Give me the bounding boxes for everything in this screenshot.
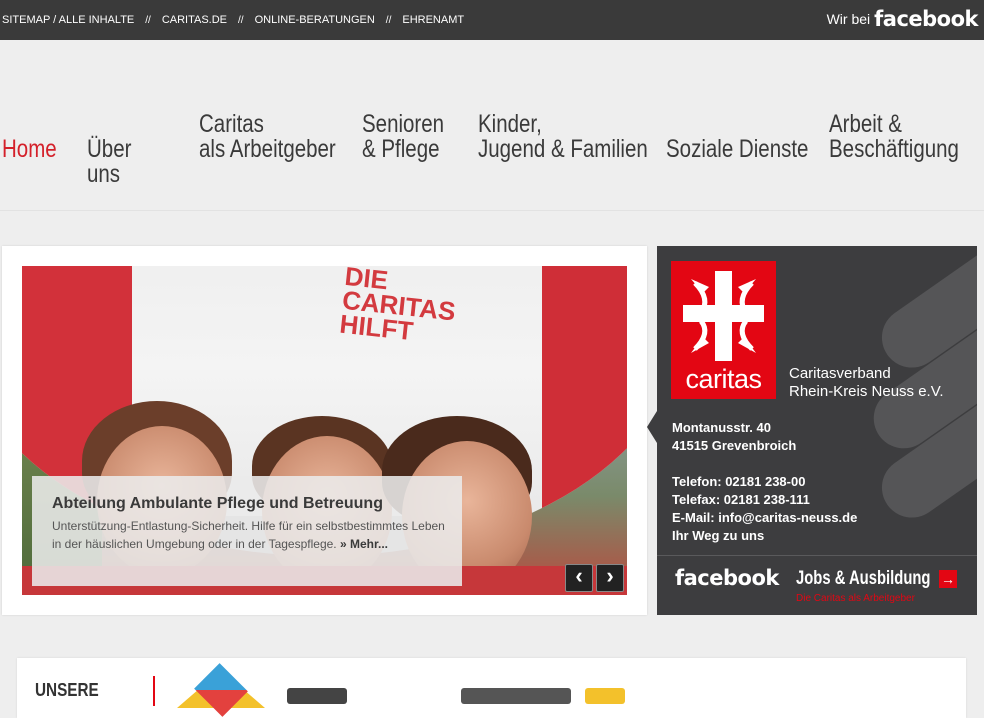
organization-name-line: Rhein-Kreis Neuss e.V. xyxy=(789,383,944,400)
top-link-separator: // xyxy=(238,15,244,26)
umbrella-print: DIE CARITAS HILFT xyxy=(338,266,486,350)
top-links: SITEMAP / ALLE INHALTE // CARITAS.DE // ONLI… xyxy=(2,14,464,26)
bottom-heading: UNSERE xyxy=(35,680,99,700)
bottom-divider xyxy=(153,676,155,706)
organization-name-line: Caritasverband xyxy=(789,365,891,382)
caritas-cross-icon xyxy=(683,271,764,361)
contact-email-link[interactable]: E-Mail: info@caritas-neuss.de xyxy=(672,509,857,527)
address-street: Montanusstr. 40 xyxy=(672,420,771,435)
nav-item-soziale-dienste[interactable]: Soziale Dienste xyxy=(666,137,808,162)
nav-item-label: Jugend & Familien xyxy=(478,135,648,163)
slide-caption: Abteilung Ambulante Pflege und Betreuung… xyxy=(32,476,462,586)
facebook-prefix: Wir bei xyxy=(826,11,871,27)
nav-item-home[interactable]: Home xyxy=(2,137,57,162)
nav-item-label: Caritas xyxy=(199,110,264,138)
top-link-ehrenamt[interactable]: EHRENAMT xyxy=(402,14,464,26)
chevron-right-icon: › xyxy=(606,563,614,588)
nav-item-label: Senioren xyxy=(362,110,445,138)
umbrella-slogan: DIE CARITAS HILFT xyxy=(338,266,457,347)
top-link-online-beratungen[interactable]: ONLINE-BERATUNGEN xyxy=(255,14,375,26)
directions-link[interactable]: Ihr Weg zu uns xyxy=(672,527,857,545)
nav-item-ueber-uns[interactable]: Über uns xyxy=(87,137,131,187)
umbrella-panel-red xyxy=(542,266,627,556)
slider-card: DIE CARITAS HILFT Abteilung Ambulante Pf… xyxy=(2,246,647,615)
nav-item-arbeitgeber[interactable]: Caritas als Arbeitgeber xyxy=(199,112,336,162)
panel-divider xyxy=(657,555,977,556)
partner-wordmark xyxy=(585,688,625,704)
contact-phone: Telefon: 02181 238-00 xyxy=(672,474,806,489)
top-bar: SITEMAP / ALLE INHALTE // CARITAS.DE // ONLI… xyxy=(0,0,984,40)
main-navigation: Home Über uns Caritas als Arbeitgeber Se… xyxy=(0,40,984,230)
slide-caption-text: Unterstützung-Entlastung-Sicherheit. Hil… xyxy=(52,517,452,553)
slide-caption-title: Abteilung Ambulante Pflege und Betreuung xyxy=(52,495,383,512)
top-link-separator: // xyxy=(145,15,151,26)
arrow-right-icon: → xyxy=(939,570,957,588)
contact-panel: caritas Caritasverband Rhein-Kreis Neuss… xyxy=(657,246,977,615)
nav-item-label: Home xyxy=(2,135,57,163)
address-city: 41515 Grevenbroich xyxy=(672,438,797,453)
nav-item-label: Über xyxy=(87,135,132,163)
nav-item-label: Beschäftigung xyxy=(829,135,959,163)
panel-pointer xyxy=(647,411,657,443)
nav-item-senioren-pflege[interactable]: Senioren & Pflege xyxy=(362,112,444,162)
facebook-logo-icon: facebook xyxy=(874,7,978,31)
caritas-flame-watermark xyxy=(852,246,977,530)
contact-address: Montanusstr. 40 41515 Grevenbroich Telef… xyxy=(672,419,857,545)
jobs-label: Jobs & Ausbildung xyxy=(796,568,931,589)
partner-wordmark xyxy=(287,688,347,704)
chevron-left-icon: ‹ xyxy=(575,563,583,588)
nav-item-label: Kinder, xyxy=(478,110,542,138)
nav-item-kinder-jugend-familien[interactable]: Kinder, Jugend & Familien xyxy=(478,112,648,162)
top-link-sitemap[interactable]: SITEMAP / ALLE INHALTE xyxy=(2,14,134,26)
nav-divider xyxy=(0,210,984,211)
top-link-separator: // xyxy=(385,15,392,26)
bottom-banner: UNSERE xyxy=(17,658,966,718)
nav-item-label: & Pflege xyxy=(362,135,440,163)
slider-prev-button[interactable]: ‹ xyxy=(565,564,593,592)
facebook-header-link[interactable]: Wir bei facebook xyxy=(826,7,979,31)
slide-image[interactable]: DIE CARITAS HILFT Abteilung Ambulante Pf… xyxy=(22,266,627,595)
caritas-logo-word: caritas xyxy=(685,364,762,394)
top-link-caritas-de[interactable]: CARITAS.DE xyxy=(162,14,227,26)
slide-more-link[interactable]: » Mehr... xyxy=(340,537,388,551)
nav-item-label: uns xyxy=(87,160,121,188)
slider-next-button[interactable]: › xyxy=(596,564,624,592)
organization-name: Caritasverband Rhein-Kreis Neuss e.V. xyxy=(789,365,944,401)
facebook-logo-icon: facebook xyxy=(675,566,779,590)
nav-item-label: als Arbeitgeber xyxy=(199,135,336,163)
nav-item-arbeit-beschaeftigung[interactable]: Arbeit & Beschäftigung xyxy=(829,112,959,162)
partner-wordmark xyxy=(461,688,571,704)
nav-item-label: Arbeit & xyxy=(829,110,902,138)
jobs-subtitle: Die Caritas als Arbeitgeber xyxy=(796,593,915,604)
jobs-ausbildung-link[interactable]: Jobs & Ausbildung → Die Caritas als Arbe… xyxy=(796,568,968,604)
contact-fax: Telefax: 02181 238-111 xyxy=(672,492,810,507)
nav-item-label: Soziale Dienste xyxy=(666,135,809,163)
facebook-panel-link[interactable]: facebook xyxy=(675,566,779,590)
caritas-logo[interactable]: caritas xyxy=(671,261,776,399)
